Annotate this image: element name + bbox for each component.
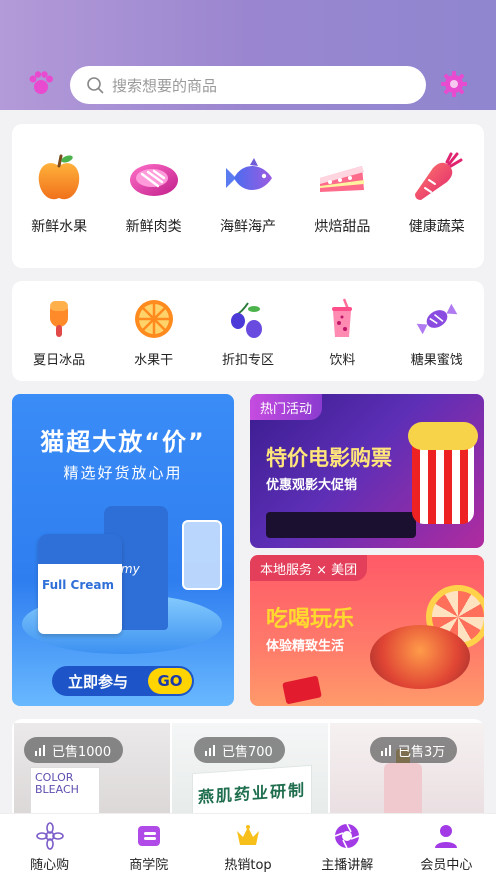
sold-count: 已售1000 [52,744,112,760]
search-placeholder: 搜索想要的商品 [112,76,218,95]
promo-banner-local-service[interactable]: 本地服务 × 美团 吃喝玩乐 体验精致生活 [250,555,484,706]
category-label: 烘焙甜品 [314,219,371,235]
category-seafood[interactable]: 海鲜海产 [203,152,293,236]
main-category-card: 新鲜水果 新鲜肉类 海鲜海产 烘焙甜品 健康蔬菜 [12,124,484,268]
category-label: 健康蔬菜 [408,219,465,235]
candy-icon [416,303,458,335]
category-label: 水果干 [134,353,174,368]
go-badge: GO [148,668,192,694]
bar-chart-icon [35,745,45,756]
sold-count: 已售700 [222,744,273,760]
orange-slice-icon [134,300,173,338]
popsicle-icon [50,301,69,337]
carrot-icon [414,152,463,200]
tab-label: 主播讲解 [321,858,374,873]
flower-icon [35,822,64,850]
tab-label: 热销top [224,858,272,873]
crown-icon [237,825,259,845]
sub-category-card: 夏日冰品 水果干 折扣专区 饮料 糖果蜜饯 [12,281,484,381]
tab-academy[interactable]: 商学院 [99,814,198,882]
tab-label: 会员中心 [420,858,473,873]
banner-title: 特价电影购票 [266,446,392,470]
promo-banner-movie[interactable]: 热门活动 特价电影购票 优惠观影大促销 [250,394,484,548]
category-label: 饮料 [329,353,356,368]
hot-activity-tag: 热门活动 [250,394,323,420]
category-bakery[interactable]: 烘焙甜品 [297,152,387,236]
tab-label: 随心购 [30,858,70,873]
tab-hot-top[interactable]: 热销top [198,814,297,882]
product-list: COLOR BLEACH 已售1000 燕肌药业研制 已售700 已售3万 [12,719,484,813]
promo-banner-supermarket[interactable]: 猫超大放“价” 精选好货放心用 Jamy Full Cream 立即参与 GO [12,394,234,706]
tab-label: 商学院 [129,858,169,873]
can-label: Full Cream [42,578,115,592]
product-box-text: COLOR BLEACH [35,771,79,796]
fish-icon [225,158,272,190]
header: 搜索想要的商品 [0,0,496,110]
camera-aperture-icon [334,823,360,849]
category-candy[interactable]: 糖果蜜饯 [392,297,482,368]
red-envelope-image [282,675,322,705]
category-discount[interactable]: 折扣专区 [203,297,293,368]
popcorn-image [408,422,478,524]
product-box-text: 燕肌药业研制 [197,780,306,807]
banner-subtitle: 优惠观影大促销 [266,478,358,493]
category-vegetables[interactable]: 健康蔬菜 [392,152,482,236]
category-label: 折扣专区 [221,353,274,368]
local-service-tag: 本地服务 × 美团 [250,555,368,581]
apple-icon [38,154,80,200]
film-strip-image [266,512,416,538]
join-now-button[interactable]: 立即参与 GO [52,666,194,696]
tab-member-center[interactable]: 会员中心 [397,814,496,882]
category-label: 海鲜海产 [219,219,276,235]
banner-title: 猫超大放“价” [40,428,206,456]
product-card[interactable]: 燕肌药业研制 已售700 [172,723,328,813]
product-card[interactable]: 已售3万 [330,723,484,813]
search-icon [87,77,104,94]
bar-chart-icon [205,745,215,756]
cake-icon [320,166,365,192]
sold-count-badge: 已售3万 [370,737,458,763]
milk-can-image: Full Cream [38,534,122,634]
product-image: COLOR BLEACH [30,767,100,813]
category-label: 新鲜水果 [31,219,88,235]
hotpot-image [370,625,470,689]
category-label: 夏日冰品 [33,353,86,368]
category-summer-ice[interactable]: 夏日冰品 [14,297,104,368]
sold-count: 已售3万 [398,744,446,760]
banner-subtitle: 精选好货放心用 [63,464,183,482]
book-icon [137,826,160,846]
product-image: 燕肌药业研制 [192,764,312,813]
category-fresh-fruit[interactable]: 新鲜水果 [14,152,104,236]
product-card[interactable]: COLOR BLEACH 已售1000 [14,723,170,813]
search-input[interactable]: 搜索想要的商品 [70,66,426,104]
lotion-bottle-image [384,763,422,813]
meat-icon [129,164,178,196]
category-label: 新鲜肉类 [125,219,182,235]
category-label: 糖果蜜饯 [410,353,463,368]
olive-icon [230,302,262,338]
perfume-bottle-image [182,520,222,590]
banner-title: 吃喝玩乐 [266,607,355,632]
bar-chart-icon [381,745,391,756]
sold-count-badge: 已售1000 [24,737,124,763]
bottom-tab-bar: 随心购 商学院 热销top 主播讲解 会员中心 [0,813,496,882]
category-dried-fruit[interactable]: 水果干 [109,297,199,368]
join-label: 立即参与 [68,672,129,691]
paw-icon[interactable] [28,70,54,96]
banner-subtitle: 体验精致生活 [266,639,345,654]
drink-icon [332,298,353,337]
tab-anchor[interactable]: 主播讲解 [298,814,397,882]
tab-shop[interactable]: 随心购 [0,814,99,882]
sold-count-badge: 已售700 [194,737,285,763]
gear-icon[interactable] [440,70,468,98]
category-drinks[interactable]: 饮料 [297,297,387,368]
category-fresh-meat[interactable]: 新鲜肉类 [109,152,199,236]
user-icon [435,825,458,848]
